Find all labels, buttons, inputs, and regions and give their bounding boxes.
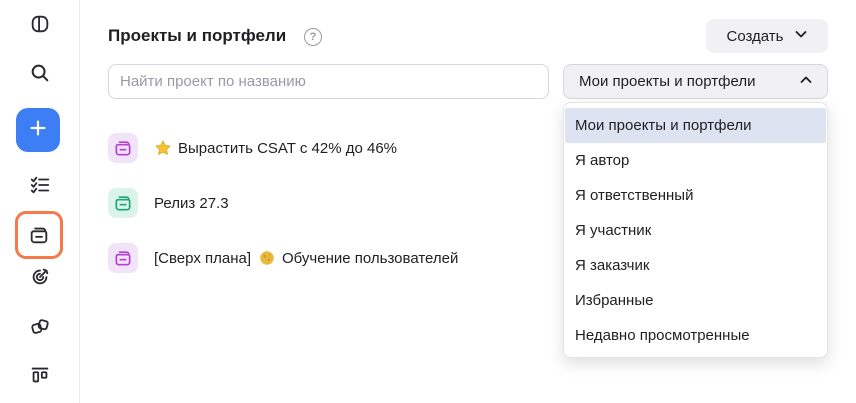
filter-option-responsible[interactable]: Я ответственный: [565, 178, 826, 213]
page-title: Проекты и портфели: [108, 26, 287, 45]
project-icon: [108, 243, 138, 273]
create-button-label: Создать: [726, 27, 784, 45]
project-row[interactable]: Релиз 27.3: [108, 188, 229, 218]
project-row[interactable]: Вырастить CSAT с 42% до 46%: [108, 133, 397, 163]
portfolio-icon[interactable]: [15, 211, 63, 259]
filter-selected-value: Мои проекты и портфели: [579, 73, 756, 90]
plus-icon: [27, 117, 49, 144]
kanban-icon[interactable]: [20, 355, 60, 395]
project-title[interactable]: Релиз 27.3: [154, 195, 229, 212]
tasks-icon[interactable]: [20, 165, 60, 205]
chevron-up-icon: [799, 73, 813, 91]
create-button[interactable]: [16, 108, 60, 152]
filter-option-participant[interactable]: Я участник: [565, 213, 826, 248]
filter-option-my[interactable]: Мои проекты и портфели: [565, 108, 826, 143]
project-title-text: Вырастить CSAT с 42% до 46%: [178, 139, 398, 157]
star-icon: [154, 139, 172, 157]
project-title-text: Обучение пользователей: [282, 249, 459, 267]
filter-option-customer[interactable]: Я заказчик: [565, 248, 826, 283]
chevron-down-icon: [794, 27, 808, 45]
project-title[interactable]: [Сверх плана] Обучение пользователей: [154, 249, 458, 267]
project-title[interactable]: Вырастить CSAT с 42% до 46%: [154, 139, 397, 157]
project-icon: [108, 188, 138, 218]
boards-icon[interactable]: [20, 307, 60, 347]
filter-option-recent[interactable]: Недавно просмотренные: [565, 318, 826, 353]
filter-option-favorites[interactable]: Избранные: [565, 283, 826, 318]
search-input[interactable]: [108, 64, 549, 99]
sidebar: [0, 0, 80, 403]
help-icon[interactable]: ?: [304, 28, 322, 46]
moon-icon: [258, 249, 276, 267]
search-icon[interactable]: [20, 53, 60, 93]
filter-dropdown-menu: Мои проекты и портфели Я автор Я ответст…: [563, 102, 828, 358]
filter-option-author[interactable]: Я автор: [565, 143, 826, 178]
project-row[interactable]: [Сверх плана] Обучение пользователей: [108, 243, 458, 273]
project-prefix: [Сверх плана]: [154, 249, 251, 267]
project-title-text: Релиз 27.3: [154, 194, 229, 212]
filter-select[interactable]: Мои проекты и портфели: [563, 64, 828, 99]
project-icon: [108, 133, 138, 163]
goals-icon[interactable]: [20, 257, 60, 297]
create-dropdown-button[interactable]: Создать: [706, 19, 828, 53]
panel-toggle-icon[interactable]: [20, 4, 60, 44]
